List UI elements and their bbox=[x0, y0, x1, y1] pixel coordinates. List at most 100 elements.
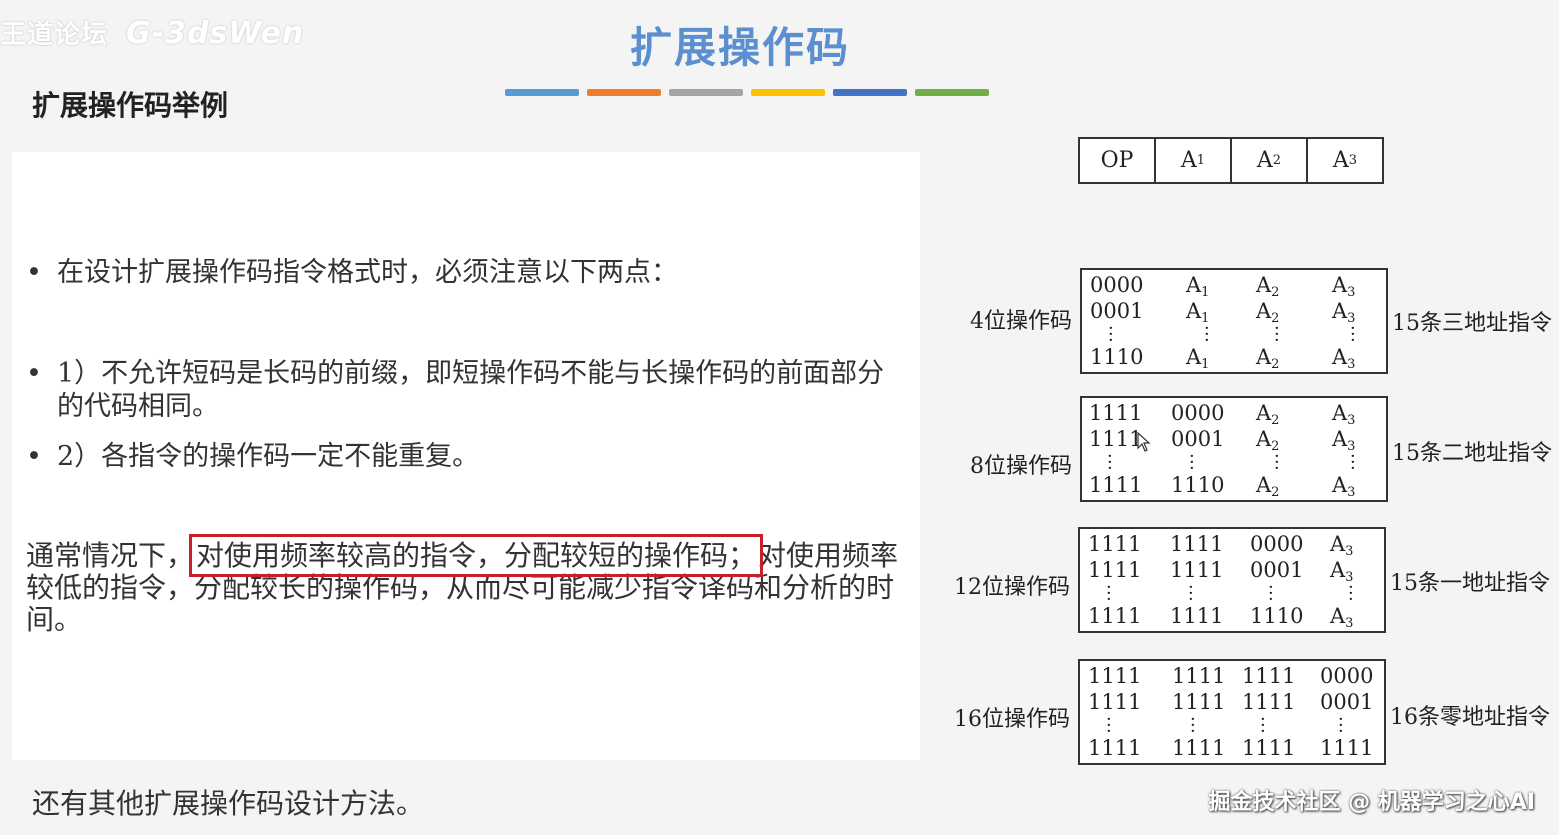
color-bar-segment bbox=[833, 89, 907, 96]
address-label: A bbox=[1332, 401, 1348, 425]
title-color-bar bbox=[505, 89, 989, 96]
format-op-cell: OP bbox=[1080, 139, 1156, 182]
bullet-text: 1）不允许短码是长码的前缀，即短操作码不能与长操作码的前面部分的代码相同。 bbox=[57, 358, 885, 422]
opcode-group-box: 1111 1111 0000 A3 1111 1111 0001 A3 1111 1111 1110… bbox=[1078, 527, 1386, 633]
color-bar-segment bbox=[751, 89, 825, 96]
ellipsis-vertical: · · · bbox=[1350, 446, 1356, 479]
address-sub: 3 bbox=[1345, 544, 1354, 559]
opcode-cell: 1111 bbox=[1088, 532, 1142, 556]
opcode-cell: 1111 bbox=[1088, 604, 1142, 628]
instruction-count-label: 15条二地址指令 bbox=[1392, 441, 1552, 466]
opcode-cell: 1111 bbox=[1242, 690, 1296, 714]
address-label: A bbox=[1186, 299, 1202, 323]
color-bar-segment bbox=[587, 89, 661, 96]
ellipsis-vertical: · · · bbox=[1108, 318, 1114, 351]
ellipsis-vertical: · · · bbox=[1188, 577, 1194, 610]
opcode-cell: 1111 bbox=[1088, 558, 1142, 582]
opcode-group-box: 1111 1111 1111 0000 1111 1111 1111 0001 1111 1111… bbox=[1078, 659, 1386, 765]
ellipsis-vertical: · · · bbox=[1107, 446, 1113, 479]
format-a-label: A bbox=[1256, 148, 1273, 173]
opcode-cell: 1111 bbox=[1089, 473, 1143, 497]
address-label: A bbox=[1186, 273, 1202, 297]
ellipsis-vertical: · · · bbox=[1106, 709, 1112, 742]
opcode-group-box: 0000 A1 A2 A3 0001 A1 A2 A3 1110 A1 A2 A3 · · · · · · · · · ·… bbox=[1080, 268, 1388, 374]
section-subtitle: 扩展操作码举例 bbox=[32, 89, 229, 122]
ellipsis-vertical: · · · bbox=[1260, 709, 1266, 742]
opcode-cell: 1111 bbox=[1088, 690, 1142, 714]
address-label: A bbox=[1332, 345, 1348, 369]
ellipsis-vertical: · · · bbox=[1268, 577, 1274, 610]
opcode-cell: 1111 bbox=[1320, 736, 1374, 760]
opcode-cell: 0001 bbox=[1250, 558, 1304, 582]
address-sub: 2 bbox=[1271, 413, 1280, 428]
ellipsis-vertical: · · · bbox=[1204, 318, 1210, 351]
highlighted-text: 对使用频率较高的指令，分配较短的操作码； bbox=[189, 534, 764, 577]
opcode-cell: 0001 bbox=[1171, 427, 1225, 451]
address-sub: 1 bbox=[1201, 285, 1210, 300]
bullet-item: • 2）各指令的操作码一定不能重复。 bbox=[26, 440, 906, 473]
ellipsis-vertical: · · · bbox=[1190, 709, 1196, 742]
format-a2-cell: A2 bbox=[1232, 139, 1308, 182]
ellipsis-vertical: · · · bbox=[1189, 446, 1195, 479]
bullet-item: • 1）不允许短码是长码的前缀，即短操作码不能与长操作码的前面部分的代码相同。 bbox=[26, 357, 906, 423]
explanation-paragraph: 通常情况下，对使用频率较高的指令，分配较短的操作码；对使用频率较低的指令，分配较… bbox=[26, 534, 916, 636]
instruction-count-label: 15条三地址指令 bbox=[1392, 311, 1552, 336]
opcode-cell: 1110 bbox=[1250, 604, 1304, 628]
format-op-label: OP bbox=[1100, 148, 1134, 173]
opcode-cell: 1111 bbox=[1088, 736, 1142, 760]
opcode-cell: 1110 bbox=[1171, 473, 1225, 497]
address-sub: 3 bbox=[1347, 413, 1356, 428]
bullet-dot: • bbox=[26, 257, 42, 288]
bullet-dot: • bbox=[26, 441, 42, 472]
format-a-sub: 1 bbox=[1196, 153, 1206, 168]
opcode-length-label: 16位操作码 bbox=[954, 707, 1070, 732]
address-sub: 2 bbox=[1271, 357, 1280, 372]
ellipsis-vertical: · · · bbox=[1348, 577, 1354, 610]
opcode-cell: 1111 bbox=[1088, 664, 1142, 688]
address-label: A bbox=[1332, 273, 1348, 297]
color-bar-segment bbox=[669, 89, 743, 96]
opcode-cell: 1111 bbox=[1172, 664, 1226, 688]
opcode-cell: 1111 bbox=[1089, 427, 1143, 451]
address-sub: 2 bbox=[1271, 485, 1280, 500]
address-sub: 3 bbox=[1347, 285, 1356, 300]
address-label: A bbox=[1332, 473, 1348, 497]
address-sub: 3 bbox=[1345, 616, 1354, 631]
ellipsis-vertical: · · · bbox=[1338, 709, 1344, 742]
brand-watermark: 掘金技术社区 @ 机器学习之心AI bbox=[1208, 790, 1535, 815]
address-label: A bbox=[1256, 345, 1272, 369]
instruction-format-box: OP A1 A2 A3 bbox=[1078, 137, 1384, 184]
opcode-cell: 1111 bbox=[1242, 736, 1296, 760]
address-label: A bbox=[1332, 299, 1348, 323]
bullet-text: 2）各指令的操作码一定不能重复。 bbox=[57, 441, 480, 472]
address-label: A bbox=[1256, 299, 1272, 323]
address-sub: 3 bbox=[1347, 357, 1356, 372]
address-label: A bbox=[1256, 401, 1272, 425]
address-sub: 2 bbox=[1271, 285, 1280, 300]
ellipsis-vertical: · · · bbox=[1106, 577, 1112, 610]
bullet-item: • 在设计扩展操作码指令格式时，必须注意以下两点： bbox=[26, 256, 906, 289]
instruction-count-label: 16条零地址指令 bbox=[1390, 705, 1550, 730]
ellipsis-vertical: · · · bbox=[1274, 318, 1280, 351]
format-a-label: A bbox=[1180, 148, 1197, 173]
opcode-cell: 1111 bbox=[1089, 401, 1143, 425]
ellipsis-vertical: · · · bbox=[1350, 318, 1356, 351]
address-label: A bbox=[1330, 532, 1346, 556]
address-label: A bbox=[1332, 427, 1348, 451]
opcode-cell: 0000 bbox=[1320, 664, 1374, 688]
address-label: A bbox=[1186, 345, 1202, 369]
opcode-cell: 1111 bbox=[1172, 690, 1226, 714]
opcode-cell: 0000 bbox=[1171, 401, 1225, 425]
opcode-cell: 0000 bbox=[1250, 532, 1304, 556]
opcode-cell: 0001 bbox=[1090, 299, 1144, 323]
address-label: A bbox=[1330, 604, 1346, 628]
color-bar-segment bbox=[505, 89, 579, 96]
opcode-cell: 1111 bbox=[1242, 664, 1296, 688]
format-a-label: A bbox=[1332, 148, 1349, 173]
format-a-sub: 3 bbox=[1348, 153, 1358, 168]
opcode-length-label: 8位操作码 bbox=[970, 454, 1072, 479]
opcode-group-box: 1111 0000 A2 A3 1111 0001 A2 A3 1111 1110 A2 A3 · · · ·… bbox=[1080, 396, 1388, 502]
address-label: A bbox=[1256, 427, 1272, 451]
opcode-cell: 1111 bbox=[1172, 736, 1226, 760]
opcode-cell: 0000 bbox=[1090, 273, 1144, 297]
